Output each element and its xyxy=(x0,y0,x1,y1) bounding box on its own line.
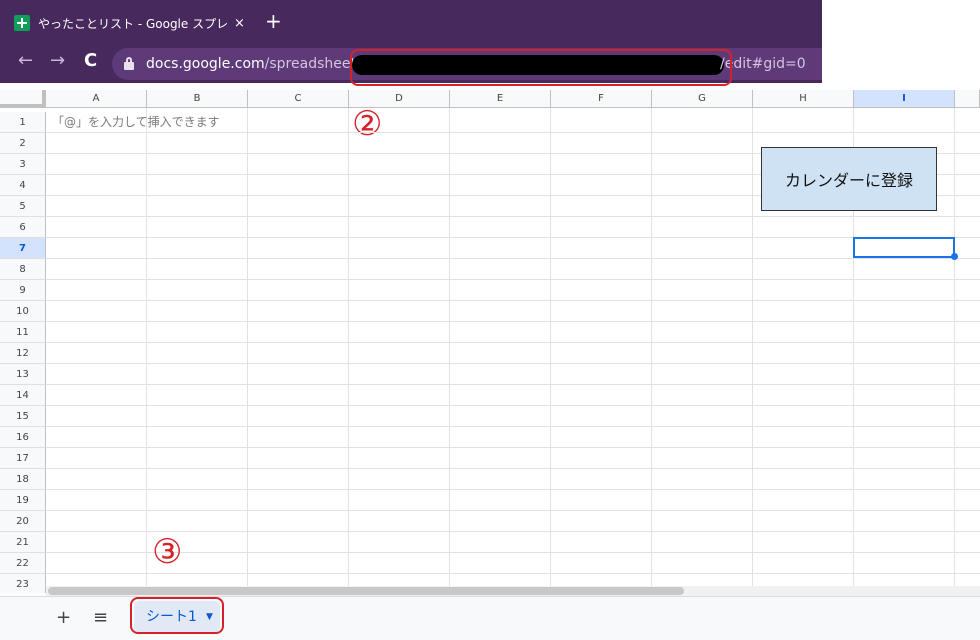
column-header-a[interactable]: A xyxy=(46,90,147,108)
lock-icon xyxy=(124,57,134,70)
gridline xyxy=(46,300,980,301)
all-sheets-menu-icon[interactable]: ≡ xyxy=(93,607,108,628)
row-header-14[interactable]: 14 xyxy=(0,385,46,406)
row-header-6[interactable]: 6 xyxy=(0,217,46,238)
gridline xyxy=(46,384,980,385)
annotation-sheet-tab-highlight xyxy=(130,597,224,634)
gridline xyxy=(550,108,551,593)
active-cell-i7[interactable] xyxy=(853,237,955,258)
gridline xyxy=(46,363,980,364)
row-header-12[interactable]: 12 xyxy=(0,343,46,364)
column-header-b[interactable]: B xyxy=(147,90,248,108)
row-header-15[interactable]: 15 xyxy=(0,406,46,427)
row-header-3[interactable]: 3 xyxy=(0,154,46,175)
tab-title: やったことリスト - Google スプレッドシ xyxy=(38,16,228,31)
gridline xyxy=(46,237,980,238)
row-header-22[interactable]: 22 xyxy=(0,553,46,574)
row-header-5[interactable]: 5 xyxy=(0,196,46,217)
forward-button[interactable]: → xyxy=(50,52,65,70)
row-header-21[interactable]: 21 xyxy=(0,532,46,553)
gridline xyxy=(348,108,349,593)
sheets-favicon-icon xyxy=(14,15,30,31)
spreadsheet-grid[interactable]: ABCDEFGHI 1 2 3 4 5 6 7 8 9 10 11 12 13 14 15 16 17 18 19 2… xyxy=(0,90,980,593)
gridline xyxy=(46,447,980,448)
gridline xyxy=(752,108,753,593)
row-header-7[interactable]: 7 xyxy=(0,238,46,259)
row-header-23[interactable]: 23 xyxy=(0,574,46,593)
gridline xyxy=(46,468,980,469)
gridline xyxy=(46,258,980,259)
column-header-e[interactable]: E xyxy=(450,90,551,108)
url-text: docs.google.com/spreadsheets/d/ xyxy=(146,56,382,72)
annotation-url-highlight xyxy=(350,49,732,86)
column-header-f[interactable]: F xyxy=(551,90,652,108)
column-header-h[interactable]: H xyxy=(753,90,854,108)
gridline xyxy=(46,342,980,343)
gridline xyxy=(46,405,980,406)
tab-close-icon[interactable]: × xyxy=(234,16,245,31)
cell-a1-placeholder: 「@」を入力して挿入できます xyxy=(52,115,220,129)
row-header-4[interactable]: 4 xyxy=(0,175,46,196)
gridline xyxy=(46,279,980,280)
row-header-8[interactable]: 8 xyxy=(0,259,46,280)
row-header-18[interactable]: 18 xyxy=(0,469,46,490)
fill-handle[interactable] xyxy=(951,253,958,260)
gridline xyxy=(46,321,980,322)
row-header-1[interactable]: 1 xyxy=(0,112,46,133)
gridline xyxy=(46,216,980,217)
gridline xyxy=(651,108,652,593)
scrollbar-thumb[interactable] xyxy=(48,587,684,595)
url-tail: /edit#gid=0 xyxy=(720,56,806,72)
gridline xyxy=(449,108,450,593)
add-sheet-button[interactable]: + xyxy=(56,607,71,628)
column-header-i[interactable]: I xyxy=(854,90,955,108)
gridline xyxy=(46,531,980,532)
calendar-register-button[interactable]: カレンダーに登録 xyxy=(761,147,937,211)
row-header-20[interactable]: 20 xyxy=(0,511,46,532)
gridline xyxy=(247,108,248,593)
column-header-stub xyxy=(955,90,980,108)
gridline xyxy=(954,108,955,593)
row-header-17[interactable]: 17 xyxy=(0,448,46,469)
gridline xyxy=(46,552,980,553)
new-tab-button[interactable]: + xyxy=(265,11,282,31)
row-header-16[interactable]: 16 xyxy=(0,427,46,448)
gridline xyxy=(46,489,980,490)
row-header-11[interactable]: 11 xyxy=(0,322,46,343)
row-header-19[interactable]: 19 xyxy=(0,490,46,511)
annotation-number-3: ③ xyxy=(152,532,183,572)
gridline xyxy=(146,108,147,593)
column-header-d[interactable]: D xyxy=(349,90,450,108)
browser-tab[interactable]: やったことリスト - Google スプレッドシ × xyxy=(14,8,254,38)
row-header-9[interactable]: 9 xyxy=(0,280,46,301)
row-header-10[interactable]: 10 xyxy=(0,301,46,322)
gridline xyxy=(46,426,980,427)
row-header-2[interactable]: 2 xyxy=(0,133,46,154)
column-header-g[interactable]: G xyxy=(652,90,753,108)
gridline xyxy=(46,132,980,133)
gridline xyxy=(46,510,980,511)
column-header-c[interactable]: C xyxy=(248,90,349,108)
row-header-13[interactable]: 13 xyxy=(0,364,46,385)
back-button[interactable]: ← xyxy=(18,52,33,70)
gridline xyxy=(46,573,980,574)
horizontal-scrollbar[interactable] xyxy=(46,586,980,596)
select-all-corner[interactable] xyxy=(0,90,46,108)
reload-button[interactable]: C xyxy=(84,52,97,70)
